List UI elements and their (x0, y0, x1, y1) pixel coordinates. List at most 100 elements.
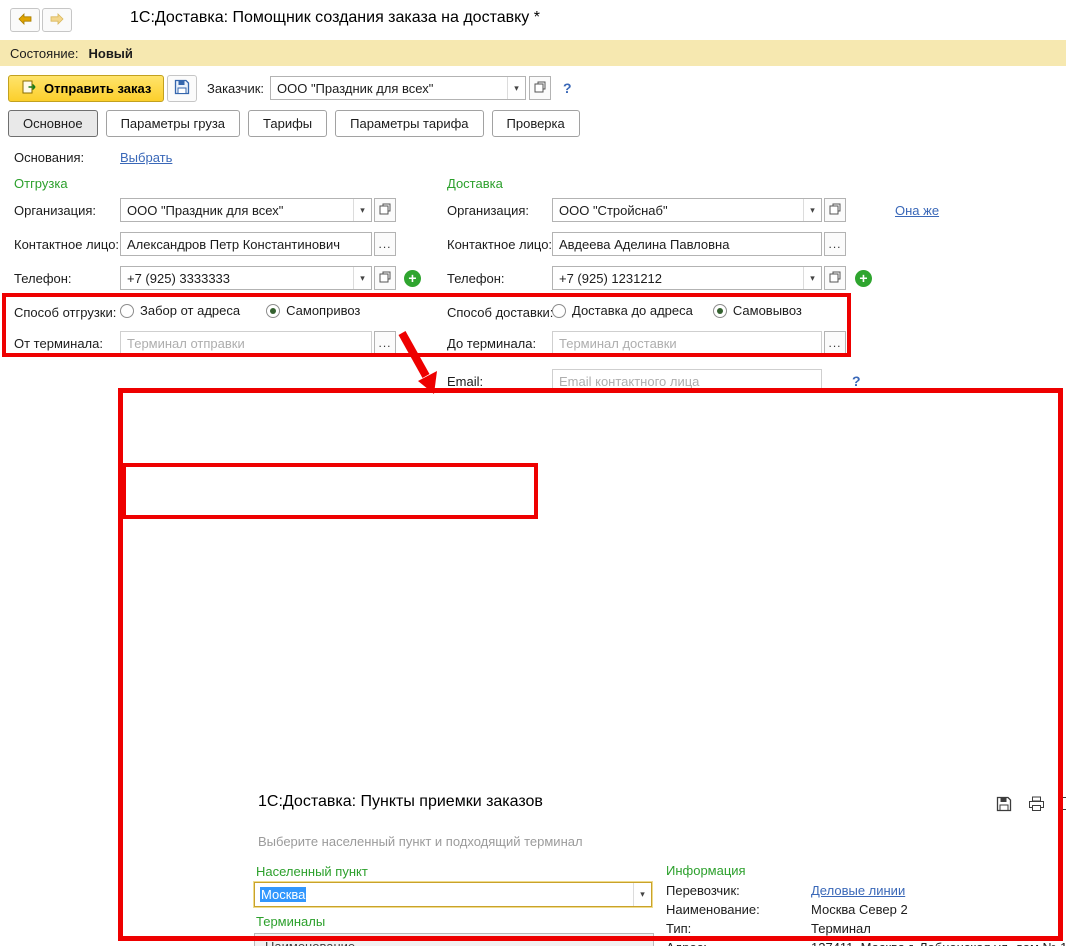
delivery-terminal-choose-button[interactable]: ... (824, 331, 846, 355)
radio-on-icon (712, 303, 727, 318)
shipment-phone-value: +7 (925) 3333333 (127, 270, 231, 286)
send-order-button[interactable]: Отправить заказ (8, 75, 165, 102)
customer-open-button[interactable] (529, 76, 551, 100)
same-as-link[interactable]: Она же (895, 203, 939, 218)
shipment-contact-label: Контактное лицо: (14, 237, 120, 252)
city-dropdown-icon[interactable]: ▾ (633, 883, 651, 906)
shipment-method-label: Способ отгрузки: (14, 305, 117, 320)
grounds-select-link[interactable]: Выбрать (120, 150, 172, 165)
shipment-contact-field[interactable]: Александров Петр Константинович (120, 232, 372, 256)
delivery-phone-combo[interactable]: +7 (925) 1231212 ▾ (552, 266, 822, 290)
tab-tariff-params[interactable]: Параметры тарифа (335, 110, 484, 137)
customer-dropdown-icon[interactable]: ▾ (507, 77, 525, 99)
tab-check[interactable]: Проверка (491, 110, 580, 137)
delivery-method-label: Способ доставки: (447, 305, 554, 320)
radio-off-icon (120, 303, 134, 318)
tab-bar: Основное Параметры груза Тарифы Параметр… (8, 110, 588, 137)
email-label: Email: (447, 374, 484, 389)
city-combo[interactable]: Москва ▾ (254, 882, 652, 907)
ellipsis-icon: ... (828, 336, 842, 350)
terminal-name-value: Москва Север 2 (811, 902, 908, 917)
dialog-save-button[interactable] (991, 794, 1017, 816)
delivery-contact-value: Авдеева Аделина Павловна (559, 236, 730, 252)
delivery-phone-label: Телефон: (447, 271, 505, 286)
tab-tariffs[interactable]: Тарифы (248, 110, 328, 137)
annotation-arrow (398, 331, 437, 394)
terminal-type-value: Терминал (811, 921, 871, 936)
grounds-label: Основания: (14, 150, 85, 165)
delivery-terminal-field-wrap (552, 331, 822, 355)
delivery-phone-dropdown-icon[interactable]: ▾ (803, 267, 821, 289)
preview-magnifier-icon (1060, 796, 1066, 815)
shipment-org-dropdown-icon[interactable]: ▾ (353, 199, 371, 221)
shipment-terminal-field-wrap (120, 331, 372, 355)
delivery-method-self-pickup[interactable]: Самовывоз (712, 303, 802, 318)
radio-label: Доставка до адреса (572, 303, 693, 318)
delivery-org-label: Организация: (447, 203, 530, 218)
shipment-phone-combo[interactable]: +7 (925) 3333333 ▾ (120, 266, 372, 290)
tab-main[interactable]: Основное (8, 110, 98, 137)
terminal-type-label: Тип: (666, 921, 692, 936)
forward-button[interactable] (42, 8, 72, 32)
delivery-org-open-button[interactable] (824, 198, 846, 222)
dialog-preview-button[interactable] (1055, 794, 1066, 816)
delivery-org-dropdown-icon[interactable]: ▾ (803, 199, 821, 221)
shipment-method-self-delivery[interactable]: Самопривоз (266, 303, 360, 318)
shipment-method-pickup-from-address[interactable]: Забор от адреса (120, 303, 240, 318)
forward-arrow-icon (49, 12, 65, 28)
open-link-icon (829, 203, 841, 218)
city-value: Москва (255, 887, 633, 902)
save-button[interactable] (167, 75, 197, 102)
terminal-name-label: Наименование: (666, 902, 760, 917)
status-label: Состояние: (10, 45, 79, 61)
customer-help-icon[interactable]: ? (563, 80, 572, 96)
open-link-icon (829, 271, 841, 286)
delivery-add-phone-button[interactable]: + (855, 270, 872, 287)
ellipsis-icon: ... (828, 237, 842, 251)
shipment-phone-dropdown-icon[interactable]: ▾ (353, 267, 371, 289)
customer-combo[interactable]: ООО "Праздник для всех" ▾ (270, 76, 526, 100)
shipment-phone-label: Телефон: (14, 271, 72, 286)
back-button[interactable] (10, 8, 40, 32)
email-help-icon[interactable]: ? (852, 373, 861, 389)
dialog-print-button[interactable] (1023, 794, 1049, 816)
terminal-address-value: 127411, Москва г, Лобненская ул, дом № 1… (811, 940, 1066, 946)
shipment-terminal-choose-button[interactable]: ... (374, 331, 396, 355)
email-input[interactable] (552, 369, 822, 393)
terminals-column-header[interactable]: Наименование (255, 934, 653, 946)
ellipsis-icon: ... (378, 237, 392, 251)
shipment-add-phone-button[interactable]: + (404, 270, 421, 287)
shipment-contact-choose-button[interactable]: ... (374, 232, 396, 256)
radio-on-icon (266, 303, 281, 318)
tab-cargo-params[interactable]: Параметры груза (105, 110, 241, 137)
shipment-org-combo[interactable]: ООО "Праздник для всех" ▾ (120, 198, 372, 222)
delivery-section-title: Доставка (447, 176, 503, 191)
customer-label: Заказчик: (207, 81, 265, 96)
delivery-method-to-address[interactable]: Доставка до адреса (552, 303, 693, 318)
delivery-method-group: Доставка до адреса Самовывоз (552, 303, 802, 318)
open-link-icon (379, 203, 391, 218)
terminal-address-label: Адрес: (666, 940, 811, 946)
ellipsis-icon: ... (378, 336, 392, 350)
open-link-icon (534, 81, 546, 96)
radio-label: Забор от адреса (140, 303, 241, 318)
delivery-terminal-input[interactable] (552, 331, 822, 355)
delivery-contact-choose-button[interactable]: ... (824, 232, 846, 256)
history-nav (10, 8, 72, 32)
carrier-link[interactable]: Деловые линии (811, 883, 905, 898)
shipment-org-value: ООО "Праздник для всех" (127, 202, 284, 218)
shipment-org-open-button[interactable] (374, 198, 396, 222)
send-order-label: Отправить заказ (44, 81, 152, 96)
selected-text: Москва (260, 887, 307, 902)
delivery-contact-field[interactable]: Авдеева Аделина Павловна (552, 232, 822, 256)
save-icon (174, 79, 190, 98)
terminals-label: Терминалы (256, 914, 326, 929)
delivery-phone-open-button[interactable] (824, 266, 846, 290)
info-section-title: Информация (666, 863, 746, 878)
delivery-org-combo[interactable]: ООО "Стройснаб" ▾ (552, 198, 822, 222)
shipment-method-group: Забор от адреса Самопривоз (120, 303, 360, 318)
shipment-phone-open-button[interactable] (374, 266, 396, 290)
shipment-terminal-input[interactable] (120, 331, 372, 355)
radio-off-icon (552, 303, 566, 318)
dialog-hint: Выберите населенный пункт и подходящий т… (258, 834, 583, 849)
